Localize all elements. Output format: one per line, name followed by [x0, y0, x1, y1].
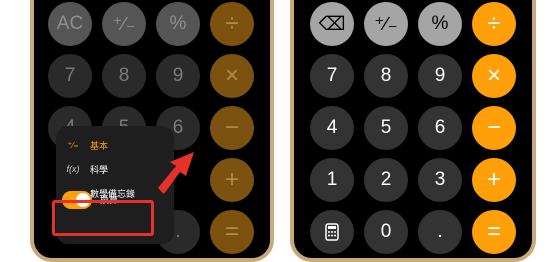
key-7[interactable]: 7	[48, 54, 92, 98]
right-keypad: ⌫ ⁺∕₋ % ÷ 7 8 9 × 4 5 6 − 1 2 3 + 0 . =	[294, 0, 532, 258]
minus-key[interactable]: −	[210, 106, 254, 150]
key-9[interactable]: 9	[418, 54, 462, 98]
arrow-icon	[158, 152, 194, 194]
calculator-mode-key[interactable]	[310, 210, 354, 254]
key-8[interactable]: 8	[364, 54, 408, 98]
key-8[interactable]: 8	[102, 54, 146, 98]
calculator-icon	[325, 223, 339, 241]
minus-key[interactable]: −	[472, 106, 516, 150]
backspace-key[interactable]: ⌫	[310, 2, 354, 46]
key-2[interactable]: 2	[364, 158, 408, 202]
plus-key[interactable]: +	[210, 158, 254, 202]
equals-key[interactable]: =	[210, 210, 254, 254]
key-1[interactable]: 1	[310, 158, 354, 202]
ac-key[interactable]: AC	[48, 2, 92, 46]
multiply-key[interactable]: ×	[472, 54, 516, 98]
menu-item-basic[interactable]: ⁺∕₌ 基本	[64, 138, 108, 152]
percent-key[interactable]: %	[156, 2, 200, 46]
menu-item-scientific-label: 科學	[90, 164, 109, 175]
key-0[interactable]: 0	[364, 210, 408, 254]
decimal-key[interactable]: .	[418, 210, 462, 254]
key-3[interactable]: 3	[418, 158, 462, 202]
key-9[interactable]: 9	[156, 54, 200, 98]
function-icon: f(x)	[66, 164, 80, 174]
basic-icon: ⁺∕₌	[67, 139, 79, 150]
equals-key[interactable]: =	[472, 210, 516, 254]
menu-item-basic-label: 基本	[90, 140, 109, 151]
key-4[interactable]: 4	[310, 106, 354, 150]
plus-minus-key[interactable]: ⁺∕₋	[364, 2, 408, 46]
plus-minus-key[interactable]: ⁺∕₋	[102, 2, 146, 46]
plus-key[interactable]: +	[472, 158, 516, 202]
key-7[interactable]: 7	[310, 54, 354, 98]
divide-key[interactable]: ÷	[210, 2, 254, 46]
multiply-key[interactable]: ×	[210, 54, 254, 98]
backspace-icon: ⌫	[318, 13, 346, 35]
divide-key[interactable]: ÷	[472, 2, 516, 46]
percent-key[interactable]: %	[418, 2, 462, 46]
key-6[interactable]: 6	[418, 106, 462, 150]
key-5[interactable]: 5	[364, 106, 408, 150]
right-phone: ⌫ ⁺∕₋ % ÷ 7 8 9 × 4 5 6 − 1 2 3 + 0 . =	[290, 0, 536, 262]
menu-item-scientific[interactable]: f(x) 科學	[64, 162, 109, 176]
highlight-box	[52, 200, 154, 236]
